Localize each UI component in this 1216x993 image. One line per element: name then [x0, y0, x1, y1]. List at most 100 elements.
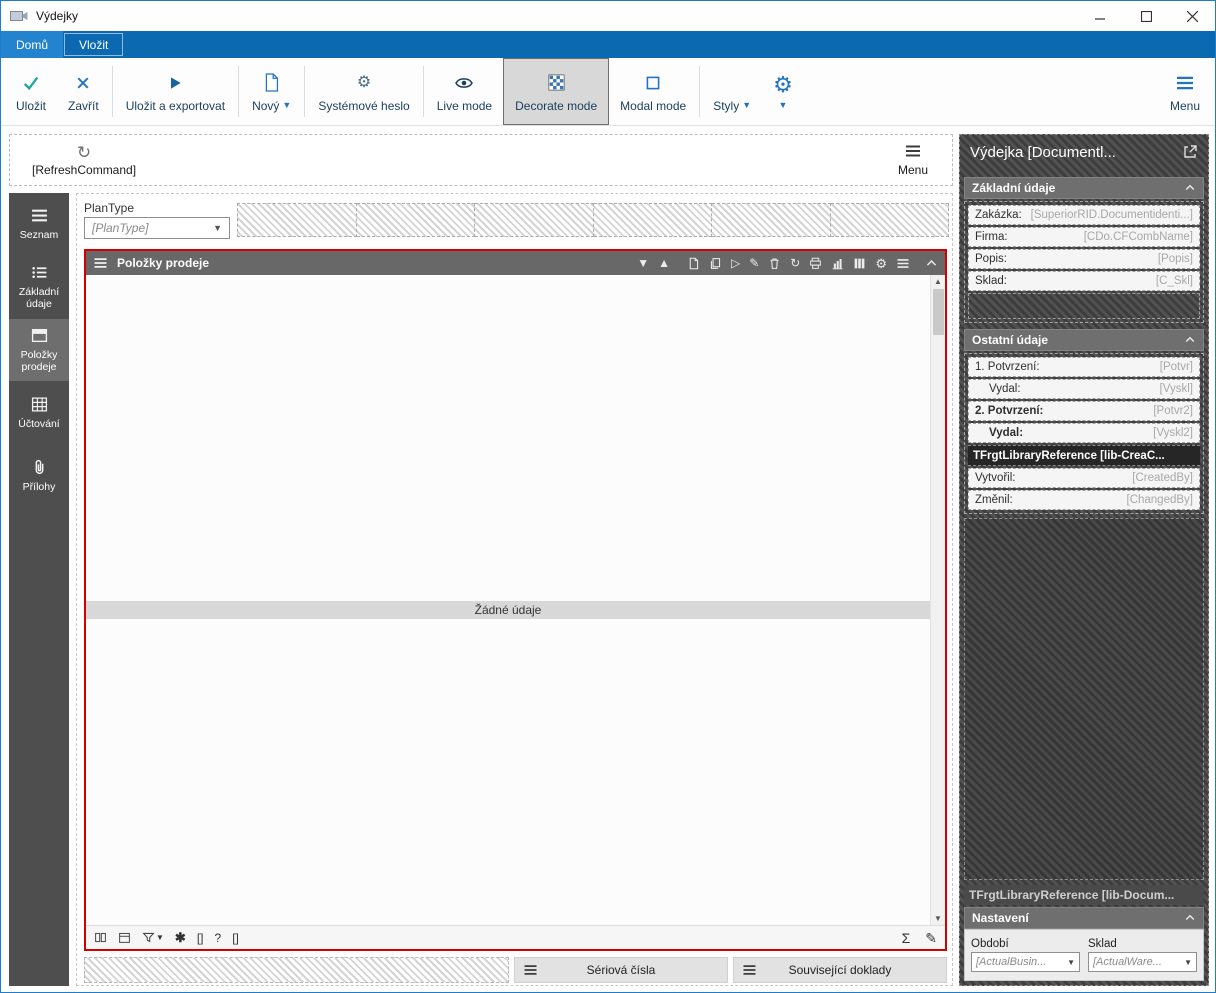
- field-potvrzeni-1[interactable]: 1. Potvrzení: [Potvr]: [968, 357, 1200, 377]
- left-sidebar: Seznam Základní údaje Položky prodeje Úč…: [9, 193, 69, 986]
- empty-designer-region: [964, 518, 1204, 880]
- field-vytvoril[interactable]: Vytvořil: [CreatedBy]: [968, 468, 1200, 488]
- related-documents-panel-button[interactable]: Související doklady: [733, 957, 947, 983]
- maximize-button[interactable]: [1123, 1, 1169, 31]
- tab-insert[interactable]: Vložit: [64, 33, 123, 56]
- toolbar-separator: [422, 66, 424, 117]
- warehouse-label: Sklad: [1088, 938, 1117, 950]
- section-body-settings: Období Sklad [ActualBusin... ▼ [ActualWa…: [964, 929, 1204, 981]
- field-zakazka[interactable]: Zakázka: [SuperiorRID.Documentidenti...]: [968, 205, 1200, 225]
- external-link-icon[interactable]: [1182, 144, 1198, 160]
- new-button[interactable]: Nový ▼: [241, 58, 302, 125]
- period-combobox[interactable]: [ActualBusin... ▼: [971, 952, 1080, 972]
- refresh-command-button[interactable]: ↻ [RefreshCommand]: [20, 142, 148, 179]
- delete-trash-icon[interactable]: [768, 257, 781, 270]
- card-view-icon[interactable]: [118, 931, 131, 944]
- chevron-up-icon[interactable]: ▲: [658, 257, 670, 269]
- collapse-chevron-icon: [1185, 337, 1195, 343]
- vertical-scrollbar[interactable]: ▲ ▼: [930, 275, 945, 925]
- sidebar-item-prilohy[interactable]: Přílohy: [9, 445, 69, 507]
- chevron-down-icon: ▼: [1184, 957, 1192, 967]
- menu-icon: [523, 965, 538, 975]
- close-button[interactable]: [1169, 1, 1215, 31]
- settings-gear-button[interactable]: ⚙ ▼: [762, 58, 804, 125]
- toolbar: Uložit Zavřít Uložit a exportovat Nový ▼ …: [1, 58, 1215, 126]
- scroll-down-icon[interactable]: ▼: [934, 914, 942, 923]
- field-potvrzeni-2[interactable]: 2. Potvrzení: [Potvr2]: [968, 401, 1200, 421]
- filter-icon: [142, 932, 155, 943]
- toolbar-separator: [304, 66, 306, 117]
- field-vydal-1[interactable]: Vydal: [Vyskl]: [968, 379, 1200, 399]
- field-sklad[interactable]: Sklad: [C_Skl]: [968, 271, 1200, 291]
- sidebar-item-seznam[interactable]: Seznam: [9, 193, 69, 255]
- field-popis[interactable]: Popis: [Popis]: [968, 249, 1200, 269]
- help-icon[interactable]: ?: [215, 932, 222, 944]
- empty-grid-message: Žádné údaje: [86, 601, 930, 619]
- section-header-settings[interactable]: Nastavení: [964, 907, 1204, 929]
- scroll-up-icon[interactable]: ▲: [934, 277, 942, 286]
- collapse-chevron-icon: [1185, 915, 1195, 921]
- collapse-chevron-icon[interactable]: [925, 257, 938, 270]
- play-icon: [167, 71, 183, 95]
- grid-footer-toolbar: ▼ ✱ [] ? [] Σ ✎: [86, 925, 945, 949]
- modal-mode-button[interactable]: Modal mode: [609, 58, 697, 125]
- filter-button[interactable]: ▼: [142, 931, 164, 944]
- system-password-button[interactable]: ⚙ Systémové heslo: [307, 58, 420, 125]
- section-header-other[interactable]: Ostatní údaje: [964, 329, 1204, 351]
- chevron-down-icon: ▼: [778, 100, 788, 110]
- edit-pencil-icon[interactable]: ✎: [925, 931, 937, 945]
- section-header-basic[interactable]: Základní údaje: [964, 177, 1204, 199]
- section-body-basic: Zakázka: [SuperiorRID.Documentidenti...] …: [964, 201, 1204, 323]
- pages-icon[interactable]: [94, 931, 107, 944]
- columns-icon[interactable]: [853, 257, 866, 270]
- chevron-down-icon: ▼: [1067, 957, 1075, 967]
- field-zmenil[interactable]: Změnil: [ChangedBy]: [968, 490, 1200, 510]
- gear-icon: ⚙: [773, 72, 793, 97]
- checkered-icon: [548, 71, 565, 95]
- decorate-placeholder-strip: [237, 203, 949, 237]
- sum-sigma-icon[interactable]: Σ: [902, 930, 911, 946]
- tab-home[interactable]: Domů: [1, 31, 64, 58]
- save-button[interactable]: Uložit: [5, 58, 57, 125]
- document-icon: [263, 71, 280, 95]
- gear-icon: ⚙: [356, 73, 372, 91]
- toolbar-menu-button[interactable]: Menu: [1159, 58, 1211, 125]
- copy-icon[interactable]: [709, 257, 722, 270]
- warehouse-combobox[interactable]: [ActualWare... ▼: [1088, 952, 1197, 972]
- brackets-icon[interactable]: []: [232, 932, 239, 944]
- brackets-icon[interactable]: []: [197, 932, 204, 944]
- sidebar-item-uctovani[interactable]: Účtování: [9, 382, 69, 444]
- check-icon: [22, 71, 40, 95]
- field-firma[interactable]: Firma: [CDo.CFCombName]: [968, 227, 1200, 247]
- new-row-icon[interactable]: [687, 257, 700, 270]
- close-document-button[interactable]: Zavřít: [57, 58, 110, 125]
- library-reference-bar[interactable]: TFrgtLibraryReference [lib-CreaC...: [968, 445, 1200, 466]
- refresh-icon: ↻: [76, 142, 92, 162]
- field-vydal-2[interactable]: Vydal: [Vyskl2]: [968, 423, 1200, 443]
- chart-icon[interactable]: [831, 257, 844, 270]
- minimize-button[interactable]: [1077, 1, 1123, 31]
- print-icon[interactable]: [809, 257, 822, 270]
- sidebar-item-zakladni-udaje[interactable]: Základní údaje: [9, 256, 69, 318]
- edit-pencil-icon[interactable]: ✎: [749, 257, 759, 269]
- menu-icon[interactable]: [896, 258, 910, 269]
- plantype-combobox[interactable]: [PlanType] ▼: [84, 217, 230, 239]
- gear-icon[interactable]: ⚙: [875, 257, 887, 270]
- refresh-icon[interactable]: ↻: [790, 257, 800, 269]
- sidebar-item-polozky-prodeje[interactable]: Položky prodeje: [9, 319, 69, 381]
- form-menu-button[interactable]: Menu: [886, 142, 940, 179]
- window-title: Výdejky: [36, 9, 79, 23]
- menu-icon: [30, 209, 48, 222]
- plantype-label: PlanType: [84, 201, 135, 215]
- styles-button[interactable]: Styly ▼: [702, 58, 762, 125]
- chevron-down-icon[interactable]: ▼: [637, 257, 649, 269]
- scrollbar-thumb[interactable]: [933, 289, 944, 335]
- serial-numbers-panel-button[interactable]: Sériová čísla: [514, 957, 728, 983]
- panel-header: Položky prodeje ▼ ▲ ▷ ✎ ↻ ⚙: [86, 251, 945, 275]
- decorate-mode-button[interactable]: Decorate mode: [503, 58, 610, 125]
- save-export-button[interactable]: Uložit a exportovat: [115, 58, 236, 125]
- live-mode-button[interactable]: Live mode: [426, 58, 503, 125]
- wildcard-icon[interactable]: ✱: [175, 931, 186, 944]
- run-icon[interactable]: ▷: [731, 257, 740, 269]
- menu-icon[interactable]: [93, 257, 108, 269]
